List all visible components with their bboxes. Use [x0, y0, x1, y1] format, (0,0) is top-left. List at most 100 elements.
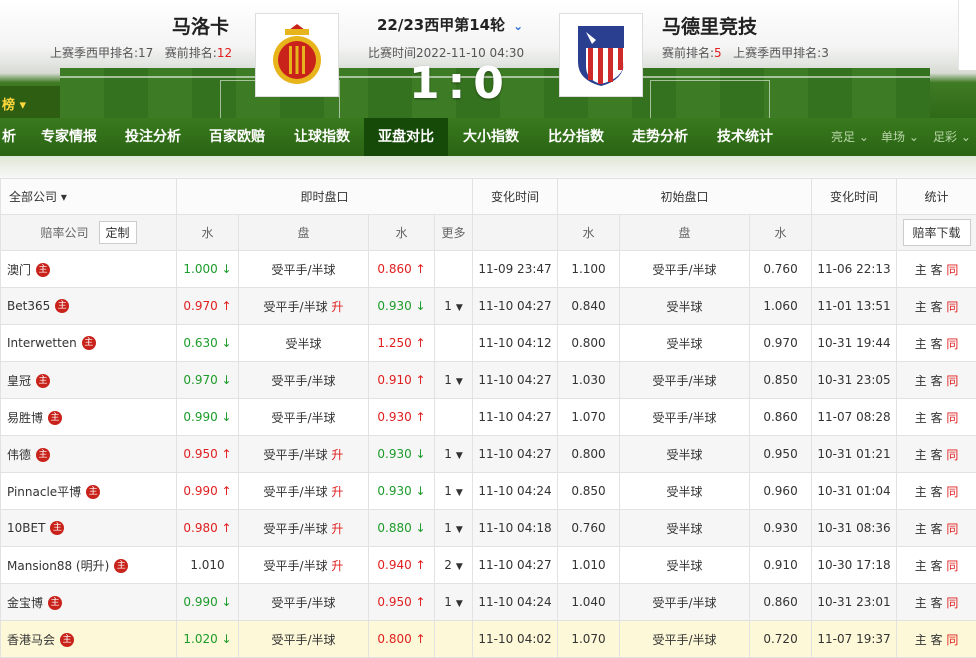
company-name[interactable]: Interwetten主: [1, 325, 177, 362]
stats-same-link[interactable]: 同: [946, 559, 958, 573]
nav-sub-liang[interactable]: 亮足 ⌄: [831, 118, 869, 156]
round-selector[interactable]: 22/23西甲第14轮⌄: [377, 14, 523, 35]
stats-home-link[interactable]: 主: [915, 596, 927, 610]
live-away-water: 0.930 ↓: [369, 288, 435, 325]
initial-change-time: 10-31 01:04: [812, 473, 897, 510]
stats-same-link[interactable]: 同: [946, 633, 958, 647]
all-companies-dropdown[interactable]: 全部公司 ▾: [1, 179, 177, 215]
stats-home-link[interactable]: 主: [915, 263, 927, 277]
live-handicap: 受平手/半球: [239, 584, 369, 621]
stats-home-link[interactable]: 主: [915, 411, 927, 425]
live-change-time: 11-10 04:18: [473, 510, 558, 547]
stats-links: 主 客 同: [897, 584, 976, 621]
stats-away-link[interactable]: 客: [931, 300, 943, 314]
more-changes[interactable]: 1▼: [435, 288, 473, 325]
home-team-name[interactable]: 马洛卡: [172, 12, 229, 39]
home-marker-icon: 主: [86, 485, 100, 499]
company-name[interactable]: Mansion88 (明升)主: [1, 547, 177, 584]
customize-button[interactable]: 定制: [99, 221, 137, 244]
stats-same-link[interactable]: 同: [946, 448, 958, 462]
stats-home-link[interactable]: 主: [915, 448, 927, 462]
home-marker-icon: 主: [60, 633, 74, 647]
stats-same-link[interactable]: 同: [946, 485, 958, 499]
stats-same-link[interactable]: 同: [946, 411, 958, 425]
initial-handicap: 受半球: [620, 325, 750, 362]
blank-header-2: [812, 215, 897, 251]
stats-away-link[interactable]: 客: [931, 633, 943, 647]
stats-links: 主 客 同: [897, 547, 976, 584]
stats-home-link[interactable]: 主: [915, 485, 927, 499]
nav-item-betting[interactable]: 投注分析: [114, 118, 192, 156]
stats-home-link[interactable]: 主: [915, 374, 927, 388]
more-changes[interactable]: 1▼: [435, 362, 473, 399]
home-marker-icon: 主: [50, 521, 64, 535]
stats-home-link[interactable]: 主: [915, 522, 927, 536]
live-odds-header: 即时盘口: [177, 179, 473, 215]
stats-away-link[interactable]: 客: [931, 596, 943, 610]
nav-item-score-index[interactable]: 比分指数: [537, 118, 615, 156]
more-changes[interactable]: 1▼: [435, 510, 473, 547]
company-name[interactable]: 伟德主: [1, 436, 177, 473]
company-name[interactable]: 皇冠主: [1, 362, 177, 399]
stats-away-link[interactable]: 客: [931, 559, 943, 573]
stats-same-link[interactable]: 同: [946, 522, 958, 536]
nav-item-tech-stats[interactable]: 技术统计: [706, 118, 784, 156]
more-header[interactable]: 更多: [435, 215, 473, 251]
stats-same-link[interactable]: 同: [946, 596, 958, 610]
init-water2-header: 水: [750, 215, 812, 251]
more-changes[interactable]: 1▼: [435, 473, 473, 510]
more-changes[interactable]: 1▼: [435, 436, 473, 473]
nav-item-asian-compare[interactable]: 亚盘对比: [364, 118, 448, 156]
odds-download-button[interactable]: 赔率下载: [903, 219, 971, 246]
company-name[interactable]: Pinnacle平博主: [1, 473, 177, 510]
stats-away-link[interactable]: 客: [931, 448, 943, 462]
live-handicap: 受平手/半球: [239, 251, 369, 288]
stats-header: 统计: [897, 179, 976, 215]
nav-sub-single[interactable]: 单场 ⌄: [881, 118, 919, 156]
away-team-name[interactable]: 马德里竞技: [662, 12, 757, 39]
stats-away-link[interactable]: 客: [931, 411, 943, 425]
home-marker-icon: 主: [36, 448, 50, 462]
company-name[interactable]: 香港马会主: [1, 621, 177, 658]
nav-item-euro-odds[interactable]: 百家欧赔: [198, 118, 276, 156]
initial-home-water: 0.850: [558, 473, 620, 510]
stats-home-link[interactable]: 主: [915, 300, 927, 314]
company-name[interactable]: Bet365主: [1, 288, 177, 325]
live-change-time: 11-10 04:27: [473, 547, 558, 584]
stats-home-link[interactable]: 主: [915, 337, 927, 351]
nav-item-expert[interactable]: 专家情报: [30, 118, 108, 156]
nav-item-analysis[interactable]: 析: [0, 118, 18, 156]
home-team-logo[interactable]: [255, 13, 339, 97]
stats-same-link[interactable]: 同: [946, 263, 958, 277]
caret-down-icon: ▼: [456, 488, 463, 498]
company-name[interactable]: 澳门主: [1, 251, 177, 288]
initial-away-water: 0.860: [750, 584, 812, 621]
stats-same-link[interactable]: 同: [946, 374, 958, 388]
stats-away-link[interactable]: 客: [931, 263, 943, 277]
nav-item-trend[interactable]: 走势分析: [621, 118, 699, 156]
initial-handicap: 受半球: [620, 547, 750, 584]
stats-home-link[interactable]: 主: [915, 633, 927, 647]
more-changes[interactable]: 2▼: [435, 547, 473, 584]
stats-home-link[interactable]: 主: [915, 559, 927, 573]
live-home-water: 0.630 ↓: [177, 325, 239, 362]
stats-same-link[interactable]: 同: [946, 300, 958, 314]
nav-item-handicap-index[interactable]: 让球指数: [283, 118, 361, 156]
live-away-water: 0.930 ↓: [369, 436, 435, 473]
away-team-logo[interactable]: [559, 13, 643, 97]
home-marker-icon: 主: [36, 374, 50, 388]
more-changes[interactable]: 1▼: [435, 584, 473, 621]
company-name[interactable]: 10BET主: [1, 510, 177, 547]
company-name[interactable]: 金宝博主: [1, 584, 177, 621]
stats-away-link[interactable]: 客: [931, 374, 943, 388]
stats-away-link[interactable]: 客: [931, 337, 943, 351]
initial-change-time: 10-31 23:05: [812, 362, 897, 399]
company-name[interactable]: 易胜博主: [1, 399, 177, 436]
nav-item-over-under[interactable]: 大小指数: [452, 118, 530, 156]
stats-same-link[interactable]: 同: [946, 337, 958, 351]
stats-away-link[interactable]: 客: [931, 522, 943, 536]
atletico-crest-icon: [574, 22, 628, 88]
stats-away-link[interactable]: 客: [931, 485, 943, 499]
ranking-tab[interactable]: 榜 ▾: [0, 86, 60, 118]
nav-sub-lottery[interactable]: 足彩 ⌄: [933, 118, 971, 156]
